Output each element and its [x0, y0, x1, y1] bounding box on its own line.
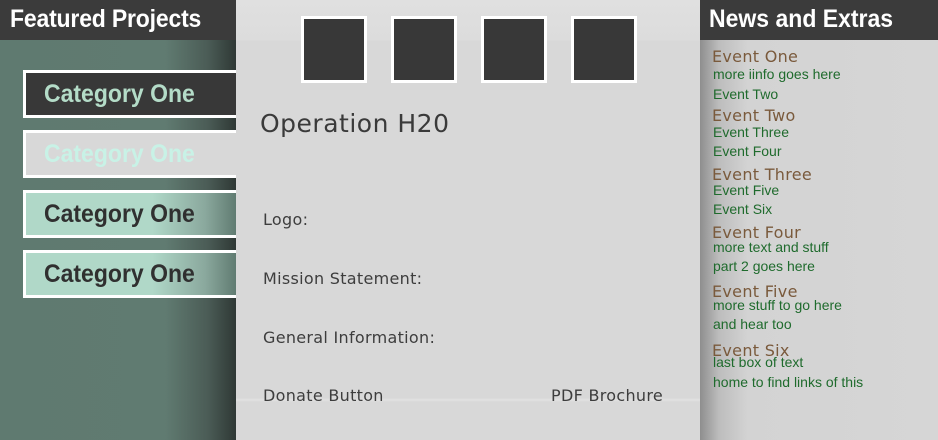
category-label: Category One [44, 200, 195, 228]
category-button-3[interactable]: Category One [23, 190, 237, 238]
category-button-2[interactable]: Category One [23, 130, 237, 178]
donate-button[interactable]: Donate Button [263, 386, 384, 405]
category-button-1[interactable]: Category One [23, 70, 237, 118]
event-text: more stuff to go here [713, 297, 842, 313]
logo-label: Logo: [263, 210, 309, 229]
event-text: Event Four [713, 143, 782, 159]
category-label: Category One [44, 260, 195, 288]
event-text: Event Two [713, 86, 779, 102]
mission-statement-label: Mission Statement: [263, 269, 423, 288]
news-extras-heading: News and Extras [709, 5, 894, 33]
project-thumbnail-3[interactable] [481, 16, 547, 83]
general-information-label: General Information: [263, 328, 436, 347]
event-text: more iinfo goes here [713, 66, 841, 82]
event-text: Event Six [713, 201, 773, 217]
event-title[interactable]: Event Two [712, 106, 796, 125]
category-label: Category One [44, 80, 195, 108]
news-extras-header: News and Extras [700, 0, 938, 40]
event-text: part 2 goes here [713, 258, 815, 274]
project-thumbnail-2[interactable] [391, 16, 457, 83]
event-text: home to find links of this [713, 374, 864, 390]
pdf-brochure-link[interactable]: PDF Brochure [551, 386, 663, 405]
event-text: Event Three [713, 124, 790, 140]
news-extras-panel: News and Extras Event One more iinfo goe… [700, 0, 938, 440]
event-text: Event Five [713, 182, 780, 198]
project-title: Operation H20 [260, 109, 450, 138]
event-text: and hear too [713, 316, 792, 332]
project-thumbnail-1[interactable] [301, 16, 367, 83]
project-thumbnail-4[interactable] [571, 16, 637, 83]
featured-projects-panel: Featured Projects Category One Category … [0, 0, 237, 440]
featured-projects-heading: Featured Projects [10, 5, 202, 33]
category-button-4[interactable]: Category One [23, 250, 237, 298]
event-text: more text and stuff [713, 239, 829, 255]
event-text: last box of text [713, 354, 804, 370]
project-detail-panel: Operation H20 Logo: Mission Statement: G… [236, 0, 700, 440]
featured-projects-header: Featured Projects [0, 0, 236, 40]
event-title[interactable]: Event One [712, 47, 798, 66]
category-label: Category One [44, 140, 195, 168]
